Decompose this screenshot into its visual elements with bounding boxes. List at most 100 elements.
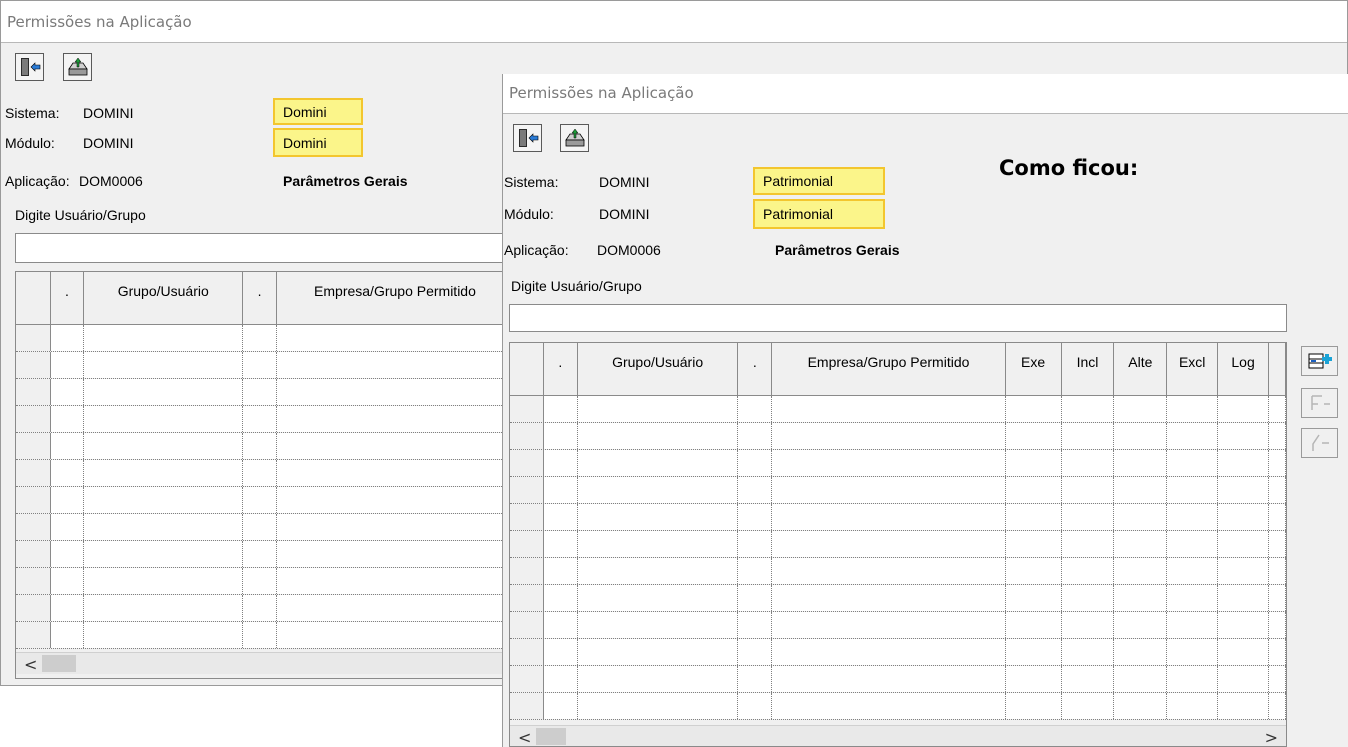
row-selector-cell[interactable] <box>510 396 544 422</box>
table-cell[interactable] <box>1005 450 1062 476</box>
row-selector-cell[interactable] <box>510 531 544 557</box>
table-row[interactable] <box>510 450 1286 477</box>
table-cell[interactable] <box>50 514 85 540</box>
front-save-button[interactable] <box>560 124 589 152</box>
row-selector-cell[interactable] <box>16 595 51 621</box>
table-cell[interactable] <box>738 531 773 557</box>
table-cell[interactable] <box>50 325 85 351</box>
table-cell[interactable] <box>243 352 277 378</box>
table-cell[interactable] <box>1061 504 1115 530</box>
table-cell[interactable] <box>577 531 739 557</box>
table-cell[interactable] <box>738 477 773 503</box>
table-cell[interactable] <box>1005 504 1062 530</box>
front-col-header[interactable]: Excl <box>1167 343 1219 395</box>
row-selector-cell[interactable] <box>510 612 544 638</box>
table-cell[interactable] <box>1061 450 1115 476</box>
back-exit-button[interactable] <box>15 53 44 81</box>
table-cell[interactable] <box>543 423 578 449</box>
table-cell[interactable] <box>50 433 85 459</box>
table-cell[interactable] <box>1218 396 1270 422</box>
table-cell[interactable] <box>1005 639 1062 665</box>
table-row[interactable] <box>510 693 1286 720</box>
table-cell[interactable] <box>738 666 773 692</box>
table-cell[interactable] <box>84 514 244 540</box>
table-row[interactable] <box>510 531 1286 558</box>
table-cell[interactable] <box>84 568 244 594</box>
table-cell[interactable] <box>243 622 277 648</box>
table-cell[interactable] <box>50 406 85 432</box>
table-cell[interactable] <box>1167 477 1219 503</box>
table-cell[interactable] <box>276 622 514 648</box>
table-cell[interactable] <box>1269 693 1286 719</box>
table-cell[interactable] <box>243 595 277 621</box>
table-cell[interactable] <box>50 568 85 594</box>
table-cell[interactable] <box>1005 693 1062 719</box>
table-cell[interactable] <box>543 639 578 665</box>
row-selector-cell[interactable] <box>16 514 51 540</box>
table-cell[interactable] <box>1005 612 1062 638</box>
table-cell[interactable] <box>1269 477 1286 503</box>
table-cell[interactable] <box>1167 531 1219 557</box>
table-cell[interactable] <box>1114 693 1168 719</box>
table-cell[interactable] <box>84 487 244 513</box>
table-cell[interactable] <box>276 487 514 513</box>
table-cell[interactable] <box>577 639 739 665</box>
table-cell[interactable] <box>738 423 773 449</box>
back-save-button[interactable] <box>63 53 92 81</box>
row-selector-cell[interactable] <box>510 450 544 476</box>
table-cell[interactable] <box>84 460 244 486</box>
front-col-header[interactable]: Log <box>1218 343 1270 395</box>
table-cell[interactable] <box>1218 585 1270 611</box>
table-cell[interactable] <box>772 585 1006 611</box>
table-cell[interactable] <box>1114 531 1168 557</box>
table-cell[interactable] <box>1061 639 1115 665</box>
front-col-header[interactable]: Exe <box>1006 343 1062 395</box>
table-row[interactable] <box>510 558 1286 585</box>
table-cell[interactable] <box>738 450 773 476</box>
table-cell[interactable] <box>1269 531 1286 557</box>
back-col-header[interactable]: . <box>243 272 277 324</box>
table-row[interactable] <box>16 433 514 460</box>
table-row[interactable] <box>16 568 514 595</box>
table-cell[interactable] <box>243 487 277 513</box>
table-cell[interactable] <box>1269 396 1286 422</box>
table-cell[interactable] <box>738 396 773 422</box>
table-cell[interactable] <box>772 558 1006 584</box>
table-cell[interactable] <box>543 477 578 503</box>
table-cell[interactable] <box>1061 558 1115 584</box>
table-cell[interactable] <box>772 423 1006 449</box>
table-row[interactable] <box>510 585 1286 612</box>
row-selector-cell[interactable] <box>16 541 51 567</box>
table-cell[interactable] <box>772 612 1006 638</box>
table-cell[interactable] <box>1167 423 1219 449</box>
table-cell[interactable] <box>1061 477 1115 503</box>
table-cell[interactable] <box>1167 693 1219 719</box>
table-cell[interactable] <box>276 460 514 486</box>
table-cell[interactable] <box>1005 585 1062 611</box>
table-cell[interactable] <box>1114 504 1168 530</box>
row-selector-cell[interactable] <box>510 585 544 611</box>
table-cell[interactable] <box>1218 477 1270 503</box>
table-row[interactable] <box>510 396 1286 423</box>
table-cell[interactable] <box>543 396 578 422</box>
table-cell[interactable] <box>1218 639 1270 665</box>
table-row[interactable] <box>16 379 514 406</box>
row-selector-cell[interactable] <box>16 487 51 513</box>
table-cell[interactable] <box>1114 558 1168 584</box>
table-cell[interactable] <box>772 477 1006 503</box>
table-cell[interactable] <box>84 541 244 567</box>
table-cell[interactable] <box>1061 396 1115 422</box>
table-row[interactable] <box>16 595 514 622</box>
table-cell[interactable] <box>1061 531 1115 557</box>
row-selector-cell[interactable] <box>510 423 544 449</box>
table-cell[interactable] <box>738 693 773 719</box>
table-cell[interactable] <box>243 379 277 405</box>
table-row[interactable] <box>510 639 1286 666</box>
table-cell[interactable] <box>1269 423 1286 449</box>
table-cell[interactable] <box>738 585 773 611</box>
table-row[interactable] <box>16 541 514 568</box>
front-col-header[interactable]: Incl <box>1062 343 1115 395</box>
row-selector-cell[interactable] <box>16 568 51 594</box>
table-cell[interactable] <box>543 531 578 557</box>
table-row[interactable] <box>16 406 514 433</box>
